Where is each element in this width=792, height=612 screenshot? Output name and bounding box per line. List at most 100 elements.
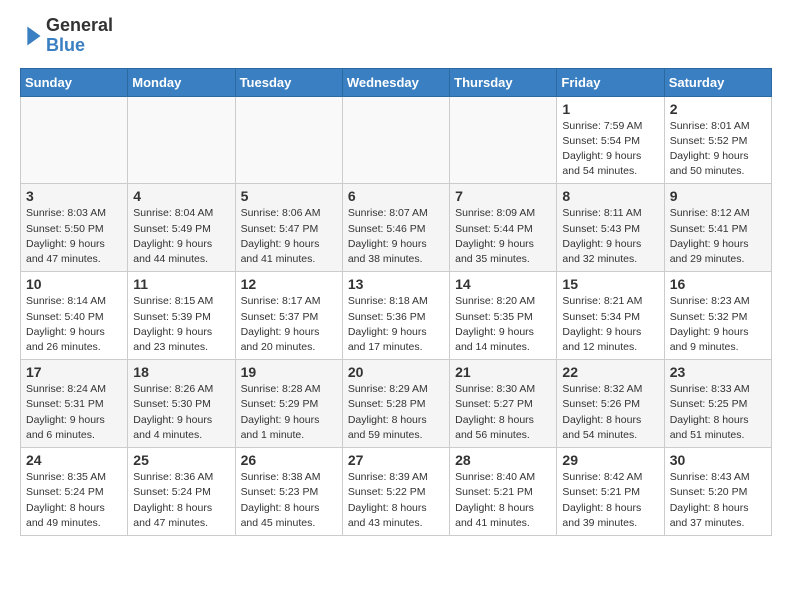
day-info: Sunrise: 8:14 AMSunset: 5:40 PMDaylight:… [26,294,122,355]
day-info: Sunrise: 8:30 AMSunset: 5:27 PMDaylight:… [455,382,551,443]
calendar-cell: 10 Sunrise: 8:14 AMSunset: 5:40 PMDayligh… [21,272,128,360]
day-info: Sunrise: 8:36 AMSunset: 5:24 PMDaylight:… [133,470,229,531]
day-number: 19 [241,364,337,380]
weekday-header-wednesday: Wednesday [342,68,449,96]
calendar-cell: 4 Sunrise: 8:04 AMSunset: 5:49 PMDaylight… [128,184,235,272]
calendar-cell: 23 Sunrise: 8:33 AMSunset: 5:25 PMDayligh… [664,360,771,448]
weekday-header-row: SundayMondayTuesdayWednesdayThursdayFrid… [21,68,772,96]
weekday-header-friday: Friday [557,68,664,96]
calendar-cell: 26 Sunrise: 8:38 AMSunset: 5:23 PMDayligh… [235,448,342,536]
calendar-cell: 22 Sunrise: 8:32 AMSunset: 5:26 PMDayligh… [557,360,664,448]
day-info: Sunrise: 8:12 AMSunset: 5:41 PMDaylight:… [670,206,766,267]
page-container: General Blue SundayMondayTuesdayWednesda… [0,0,792,552]
day-number: 30 [670,452,766,468]
logo-line2: Blue [46,36,113,56]
day-info: Sunrise: 8:32 AMSunset: 5:26 PMDaylight:… [562,382,658,443]
day-number: 20 [348,364,444,380]
calendar-cell: 1Sunrise: 7:59 AMSunset: 5:54 PMDaylight… [557,96,664,184]
day-number: 5 [241,188,337,204]
day-number: 10 [26,276,122,292]
calendar-cell: 15 Sunrise: 8:21 AMSunset: 5:34 PMDayligh… [557,272,664,360]
calendar-cell: 16Sunrise: 8:23 AMSunset: 5:32 PMDayligh… [664,272,771,360]
calendar-cell: 14Sunrise: 8:20 AMSunset: 5:35 PMDayligh… [450,272,557,360]
day-info: Sunrise: 8:20 AMSunset: 5:35 PMDaylight:… [455,294,551,355]
weekday-header-tuesday: Tuesday [235,68,342,96]
day-number: 12 [241,276,337,292]
calendar-week-row: 1Sunrise: 7:59 AMSunset: 5:54 PMDaylight… [21,96,772,184]
calendar-cell: 20 Sunrise: 8:29 AMSunset: 5:28 PMDayligh… [342,360,449,448]
day-number: 25 [133,452,229,468]
logo-icon [20,25,42,47]
day-number: 28 [455,452,551,468]
day-number: 23 [670,364,766,380]
day-info: Sunrise: 8:29 AMSunset: 5:28 PMDaylight:… [348,382,444,443]
day-number: 21 [455,364,551,380]
day-info: Sunrise: 8:35 AMSunset: 5:24 PMDaylight:… [26,470,122,531]
logo: General Blue [20,16,113,56]
day-info: Sunrise: 8:28 AMSunset: 5:29 PMDaylight:… [241,382,337,443]
calendar-cell [450,96,557,184]
day-info: Sunrise: 8:01 AMSunset: 5:52 PMDaylight:… [670,119,766,180]
calendar-cell: 24 Sunrise: 8:35 AMSunset: 5:24 PMDayligh… [21,448,128,536]
day-info: Sunrise: 8:04 AMSunset: 5:49 PMDaylight:… [133,206,229,267]
calendar-cell: 25 Sunrise: 8:36 AMSunset: 5:24 PMDayligh… [128,448,235,536]
calendar-week-row: 10 Sunrise: 8:14 AMSunset: 5:40 PMDayligh… [21,272,772,360]
day-number: 26 [241,452,337,468]
day-info: Sunrise: 8:43 AMSunset: 5:20 PMDaylight:… [670,470,766,531]
calendar-cell: 30 Sunrise: 8:43 AMSunset: 5:20 PMDayligh… [664,448,771,536]
day-number: 22 [562,364,658,380]
day-info: Sunrise: 8:18 AMSunset: 5:36 PMDaylight:… [348,294,444,355]
day-info: Sunrise: 8:33 AMSunset: 5:25 PMDaylight:… [670,382,766,443]
weekday-header-sunday: Sunday [21,68,128,96]
day-number: 4 [133,188,229,204]
day-info: Sunrise: 8:17 AMSunset: 5:37 PMDaylight:… [241,294,337,355]
day-info: Sunrise: 8:15 AMSunset: 5:39 PMDaylight:… [133,294,229,355]
calendar-cell: 28 Sunrise: 8:40 AMSunset: 5:21 PMDayligh… [450,448,557,536]
header: General Blue [20,16,772,56]
calendar-week-row: 17 Sunrise: 8:24 AMSunset: 5:31 PMDayligh… [21,360,772,448]
calendar-cell: 8Sunrise: 8:11 AMSunset: 5:43 PMDaylight… [557,184,664,272]
day-info: Sunrise: 8:38 AMSunset: 5:23 PMDaylight:… [241,470,337,531]
day-number: 8 [562,188,658,204]
day-info: Sunrise: 8:03 AMSunset: 5:50 PMDaylight:… [26,206,122,267]
day-info: Sunrise: 8:26 AMSunset: 5:30 PMDaylight:… [133,382,229,443]
calendar-week-row: 24 Sunrise: 8:35 AMSunset: 5:24 PMDayligh… [21,448,772,536]
calendar-cell: 18 Sunrise: 8:26 AMSunset: 5:30 PMDayligh… [128,360,235,448]
calendar-cell: 27 Sunrise: 8:39 AMSunset: 5:22 PMDayligh… [342,448,449,536]
weekday-header-saturday: Saturday [664,68,771,96]
day-number: 27 [348,452,444,468]
day-info: Sunrise: 8:40 AMSunset: 5:21 PMDaylight:… [455,470,551,531]
calendar-cell: 19 Sunrise: 8:28 AMSunset: 5:29 PMDayligh… [235,360,342,448]
calendar-cell: 3Sunrise: 8:03 AMSunset: 5:50 PMDaylight… [21,184,128,272]
logo-line1: General [46,16,113,36]
calendar-cell: 21 Sunrise: 8:30 AMSunset: 5:27 PMDayligh… [450,360,557,448]
logo-text: General Blue [46,16,113,56]
day-number: 9 [670,188,766,204]
day-info: Sunrise: 8:06 AMSunset: 5:47 PMDaylight:… [241,206,337,267]
calendar-cell: 12 Sunrise: 8:17 AMSunset: 5:37 PMDayligh… [235,272,342,360]
day-info: Sunrise: 7:59 AMSunset: 5:54 PMDaylight:… [562,119,658,180]
calendar-table: SundayMondayTuesdayWednesdayThursdayFrid… [20,68,772,536]
weekday-header-monday: Monday [128,68,235,96]
day-number: 18 [133,364,229,380]
calendar-week-row: 3Sunrise: 8:03 AMSunset: 5:50 PMDaylight… [21,184,772,272]
calendar-cell [342,96,449,184]
day-number: 29 [562,452,658,468]
day-info: Sunrise: 8:23 AMSunset: 5:32 PMDaylight:… [670,294,766,355]
calendar-cell: 9 Sunrise: 8:12 AMSunset: 5:41 PMDaylight… [664,184,771,272]
calendar-cell: 13 Sunrise: 8:18 AMSunset: 5:36 PMDayligh… [342,272,449,360]
calendar-cell [21,96,128,184]
day-number: 24 [26,452,122,468]
day-number: 7 [455,188,551,204]
day-info: Sunrise: 8:39 AMSunset: 5:22 PMDaylight:… [348,470,444,531]
calendar-cell: 29 Sunrise: 8:42 AMSunset: 5:21 PMDayligh… [557,448,664,536]
day-number: 2 [670,101,766,117]
day-number: 15 [562,276,658,292]
day-number: 13 [348,276,444,292]
day-info: Sunrise: 8:24 AMSunset: 5:31 PMDaylight:… [26,382,122,443]
day-info: Sunrise: 8:21 AMSunset: 5:34 PMDaylight:… [562,294,658,355]
calendar-cell [128,96,235,184]
day-info: Sunrise: 8:42 AMSunset: 5:21 PMDaylight:… [562,470,658,531]
day-number: 17 [26,364,122,380]
calendar-cell: 5 Sunrise: 8:06 AMSunset: 5:47 PMDaylight… [235,184,342,272]
